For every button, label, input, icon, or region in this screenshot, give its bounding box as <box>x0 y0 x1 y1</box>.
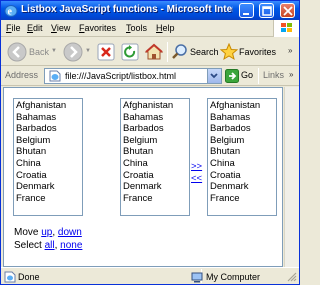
move-up-link[interactable]: up <box>41 227 52 238</box>
menu-view[interactable]: View <box>51 23 70 33</box>
move-left-link[interactable]: << <box>191 173 202 185</box>
select-label: Select <box>14 240 42 251</box>
list-item[interactable]: Belgium <box>123 135 187 147</box>
listbox-middle[interactable]: Afghanistan Bahamas Barbados Belgium Bhu… <box>120 98 190 216</box>
status-bar: Done My Computer <box>1 267 299 284</box>
stop-icon <box>97 43 115 61</box>
select-none-link[interactable]: none <box>60 240 82 251</box>
links-button[interactable]: Links <box>263 70 284 80</box>
forward-button[interactable]: ▼ <box>63 41 91 63</box>
ie-logo-icon: e <box>4 5 18 18</box>
list-item[interactable]: Denmark <box>210 181 274 193</box>
minimize-icon <box>243 13 249 15</box>
page-icon <box>49 70 61 82</box>
list-item[interactable]: France <box>123 193 187 205</box>
address-bar: Address file:///JavaScript/listbox.html … <box>1 66 299 86</box>
security-zone: My Computer <box>206 272 261 282</box>
toolbar-separator <box>167 42 168 62</box>
refresh-button[interactable] <box>120 41 140 63</box>
list-item[interactable]: Denmark <box>16 181 80 193</box>
go-button[interactable]: Go <box>225 69 257 84</box>
status-text: Done <box>18 272 40 282</box>
list-item[interactable]: Croatia <box>123 170 187 182</box>
listbox-left[interactable]: Afghanistan Bahamas Barbados Belgium Bhu… <box>13 98 83 216</box>
address-separator <box>258 68 259 84</box>
list-item[interactable]: Bahamas <box>210 112 274 124</box>
chevron-down-icon <box>210 73 218 79</box>
move-right-link[interactable]: >> <box>191 161 202 173</box>
list-item[interactable]: Barbados <box>210 123 274 135</box>
menu-favorites[interactable]: Favorites <box>79 23 116 33</box>
move-down-link[interactable]: down <box>58 227 82 238</box>
list-item[interactable]: Bhutan <box>123 146 187 158</box>
list-item[interactable]: Afghanistan <box>123 100 187 112</box>
list-item[interactable]: France <box>16 193 80 205</box>
list-item[interactable]: Belgium <box>16 135 80 147</box>
list-item[interactable]: Afghanistan <box>210 100 274 112</box>
home-icon <box>145 43 163 60</box>
list-item[interactable]: China <box>123 158 187 170</box>
list-item[interactable]: China <box>16 158 80 170</box>
computer-zone-icon <box>191 272 203 283</box>
links-chevron-icon[interactable]: » <box>289 70 293 79</box>
list-item[interactable]: Denmark <box>123 181 187 193</box>
list-item[interactable]: Barbados <box>123 123 187 135</box>
address-dropdown-button[interactable] <box>207 69 221 83</box>
listbox-right[interactable]: Afghanistan Bahamas Barbados Belgium Bhu… <box>207 98 277 216</box>
list-item[interactable]: Bahamas <box>16 112 80 124</box>
menu-edit[interactable]: Edit <box>27 23 43 33</box>
stop-button[interactable] <box>96 41 116 63</box>
resize-grip-icon[interactable] <box>287 272 297 282</box>
list-item[interactable]: Bhutan <box>16 146 80 158</box>
list-item[interactable]: Bahamas <box>123 112 187 124</box>
list-item[interactable]: Croatia <box>16 170 80 182</box>
list-item[interactable]: Bhutan <box>210 146 274 158</box>
select-controls: Select all, none <box>14 240 83 251</box>
list-item[interactable]: Belgium <box>210 135 274 147</box>
back-arrow-icon <box>7 42 27 62</box>
toolbar-chevron-icon[interactable]: » <box>288 46 292 55</box>
list-item[interactable]: France <box>210 193 274 205</box>
home-button[interactable] <box>144 41 164 63</box>
search-icon <box>172 44 187 59</box>
maximize-button[interactable] <box>259 3 274 18</box>
svg-text:e: e <box>8 7 13 18</box>
move-controls: Move up, down <box>14 227 82 238</box>
page-content: Afghanistan Bahamas Barbados Belgium Bhu… <box>3 87 283 267</box>
page-done-icon <box>4 271 16 283</box>
transfer-controls: >> << <box>191 161 202 185</box>
close-button[interactable] <box>280 3 295 18</box>
list-item[interactable]: Barbados <box>16 123 80 135</box>
address-label: Address <box>5 70 39 80</box>
address-url: file:///JavaScript/listbox.html <box>65 71 177 81</box>
title-bar[interactable]: e Listbox JavaScript functions - Microso… <box>1 1 299 20</box>
move-label: Move <box>14 227 39 238</box>
window-title: Listbox JavaScript functions - Microsoft… <box>21 4 233 15</box>
list-item[interactable]: Afghanistan <box>16 100 80 112</box>
standard-toolbar: Back ▼ ▼ Search Favorites » <box>1 38 299 66</box>
close-icon <box>283 6 293 16</box>
menu-tools[interactable]: Tools <box>126 23 147 33</box>
vertical-scrollbar[interactable] <box>284 87 299 267</box>
menu-file[interactable]: File <box>6 23 21 33</box>
list-item[interactable]: Croatia <box>210 170 274 182</box>
go-arrow-icon <box>225 69 239 83</box>
minimize-button[interactable] <box>239 3 254 18</box>
menu-help[interactable]: Help <box>156 23 175 33</box>
back-button[interactable]: Back ▼ <box>5 41 57 63</box>
back-dropdown-icon[interactable]: ▼ <box>51 48 57 54</box>
search-button[interactable]: Search <box>171 41 219 63</box>
refresh-icon <box>121 43 139 61</box>
select-all-link[interactable]: all <box>45 240 55 251</box>
list-item[interactable]: China <box>210 158 274 170</box>
windows-logo-icon <box>273 20 299 37</box>
forward-dropdown-icon[interactable]: ▼ <box>85 48 91 54</box>
forward-arrow-icon <box>63 42 83 62</box>
maximize-icon <box>262 6 272 16</box>
favorites-button[interactable]: Favorites <box>220 41 276 63</box>
browser-window: e Listbox JavaScript functions - Microso… <box>0 0 300 285</box>
menu-bar: File Edit View Favorites Tools Help <box>1 20 299 37</box>
address-input[interactable]: file:///JavaScript/listbox.html <box>44 68 222 84</box>
favorites-star-icon <box>220 43 238 61</box>
